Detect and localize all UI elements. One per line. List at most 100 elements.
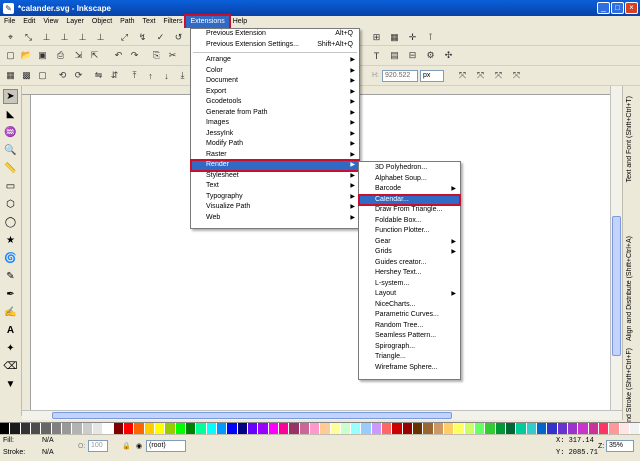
menu-item-images[interactable]: Images ▶: [191, 118, 359, 129]
palette-swatch[interactable]: [196, 423, 207, 434]
menu-item-color[interactable]: Color ▶: [191, 66, 359, 77]
dock-tab-text-font[interactable]: Text and Font (Shift+Ctrl+T): [626, 96, 638, 182]
raise-icon[interactable]: ↑: [144, 69, 157, 82]
minimize-button[interactable]: _: [597, 2, 610, 14]
unit-select[interactable]: px: [420, 70, 444, 82]
render-item-layout[interactable]: Layout ▶: [359, 289, 460, 300]
horizontal-scrollbar[interactable]: [22, 410, 622, 420]
snap-paths-icon[interactable]: ↯: [136, 31, 149, 44]
star-tool-icon[interactable]: ★: [3, 233, 18, 248]
render-item-3d-polyhedron[interactable]: 3D Polyhedron...: [359, 163, 460, 174]
snap-corner-icon[interactable]: ⊥: [58, 31, 71, 44]
node-tool-icon[interactable]: ◣: [3, 107, 18, 122]
palette-swatch[interactable]: [402, 423, 414, 434]
scale-stroke-icon[interactable]: ⤧: [456, 69, 469, 82]
snap-intersect-icon[interactable]: ✓: [154, 31, 167, 44]
tweak-tool-icon[interactable]: ♒: [3, 125, 18, 140]
selector-tool-icon[interactable]: ➤: [3, 89, 18, 104]
lower-to-bottom-icon[interactable]: ⤓: [176, 69, 189, 82]
render-item-l-system[interactable]: L-system...: [359, 279, 460, 290]
opacity-input[interactable]: 100: [88, 440, 108, 452]
menu-item-visualize-path[interactable]: Visualize Path ▶: [191, 202, 359, 213]
align-dialog-icon[interactable]: ⊟: [406, 49, 419, 62]
render-item-foldable-box[interactable]: Foldable Box...: [359, 216, 460, 227]
render-item-parametric-curves[interactable]: Parametric Curves...: [359, 310, 460, 321]
snap-smooth-icon[interactable]: ↺: [172, 31, 185, 44]
snap-grid-icon[interactable]: ▦: [388, 31, 401, 44]
palette-swatch[interactable]: [165, 423, 176, 434]
rotate-cw-icon[interactable]: ⟳: [72, 69, 85, 82]
menu-item-previous-extension-settings[interactable]: Previous Extension Settings... Shift+Alt…: [191, 40, 359, 51]
pencil-tool-icon[interactable]: ✎: [3, 269, 18, 284]
lower-icon[interactable]: ↓: [160, 69, 173, 82]
menu-item-raster[interactable]: Raster ▶: [191, 150, 359, 161]
render-item-alphabet-soup[interactable]: Alphabet Soup...: [359, 174, 460, 185]
move-patterns-icon[interactable]: ⤧: [510, 69, 523, 82]
zoom-tool-icon[interactable]: 🔍: [3, 143, 18, 158]
flip-horizontal-icon[interactable]: ⇋: [92, 69, 105, 82]
palette-swatch[interactable]: [330, 423, 341, 434]
menu-item-export[interactable]: Export ▶: [191, 87, 359, 98]
palette-swatch[interactable]: [320, 423, 331, 434]
snap-bbox-icon[interactable]: ⤡: [22, 31, 35, 44]
menu-item-modify-path[interactable]: Modify Path ▶: [191, 139, 359, 150]
render-item-guides-creator[interactable]: Guides creator...: [359, 258, 460, 269]
snap-page-icon[interactable]: ⊞: [370, 31, 383, 44]
menu-item-jessyink[interactable]: JessyInk ▶: [191, 129, 359, 140]
text-tool-icon[interactable]: T: [370, 49, 383, 62]
palette-swatch[interactable]: [185, 423, 197, 434]
palette-swatch[interactable]: [92, 423, 104, 434]
ellipse-tool-icon[interactable]: ◯: [3, 215, 18, 230]
palette-swatch[interactable]: [82, 423, 93, 434]
snap-center-icon[interactable]: ⊥: [94, 31, 107, 44]
palette-swatch[interactable]: [361, 423, 372, 434]
render-item-hershey-text[interactable]: Hershey Text...: [359, 268, 460, 279]
menu-filters[interactable]: Filters: [159, 16, 186, 28]
palette-swatch[interactable]: [516, 423, 527, 434]
cut-icon[interactable]: ✂: [166, 49, 179, 62]
render-item-calendar[interactable]: Calendar...: [358, 193, 461, 206]
palette-swatch[interactable]: [578, 423, 589, 434]
rectangle-tool-icon[interactable]: ▭: [3, 179, 18, 194]
palette-swatch[interactable]: [630, 423, 640, 434]
menu-item-generate-from-path[interactable]: Generate from Path ▶: [191, 108, 359, 119]
snap-nodes-icon[interactable]: ⤢: [118, 31, 131, 44]
palette-swatch[interactable]: [10, 423, 21, 434]
layer-select[interactable]: (root): [146, 440, 186, 452]
render-item-gear[interactable]: Gear ▶: [359, 237, 460, 248]
layer-lock-icon[interactable]: 🔒: [122, 442, 131, 450]
height-input[interactable]: 920.522: [382, 70, 418, 82]
redo-icon[interactable]: ↷: [128, 49, 141, 62]
3d-box-tool-icon[interactable]: ⬡: [3, 197, 18, 212]
palette-swatch[interactable]: [268, 423, 279, 434]
render-item-nicecharts[interactable]: NiceCharts...: [359, 300, 460, 311]
palette-swatch[interactable]: [382, 423, 393, 434]
layer-visibility-icon[interactable]: ◉: [136, 442, 142, 450]
zoom-input[interactable]: 35%: [606, 440, 634, 452]
export-icon[interactable]: ⇱: [88, 49, 101, 62]
menu-item-render[interactable]: Render ▶: [190, 159, 360, 172]
snap-toggle-icon[interactable]: ⌖: [4, 31, 17, 44]
menu-text[interactable]: Text: [139, 16, 160, 28]
menu-help[interactable]: Help: [229, 16, 251, 28]
palette-swatch[interactable]: [495, 423, 507, 434]
palette-swatch[interactable]: [175, 423, 186, 434]
flip-vertical-icon[interactable]: ⇵: [108, 69, 121, 82]
paint-bucket-tool-icon[interactable]: ▼: [3, 377, 18, 392]
palette-swatch[interactable]: [216, 423, 228, 434]
palette-swatch[interactable]: [392, 423, 403, 434]
close-button[interactable]: ×: [625, 2, 638, 14]
render-item-wireframe-sphere[interactable]: Wireframe Sphere...: [359, 363, 460, 374]
scale-corners-icon[interactable]: ⤧: [474, 69, 487, 82]
menu-extensions[interactable]: Extensions: [184, 14, 231, 30]
measure-tool-icon[interactable]: 📏: [3, 161, 18, 176]
calligraphy-tool-icon[interactable]: ✍: [3, 305, 18, 320]
palette-swatch[interactable]: [568, 423, 579, 434]
palette-swatch[interactable]: [423, 423, 434, 434]
menu-object[interactable]: Object: [88, 16, 116, 28]
palette-swatch[interactable]: [485, 423, 496, 434]
dock-tab-align-distribute[interactable]: Align and Distribute (Shift+Ctrl+A): [626, 236, 638, 341]
snap-text-icon[interactable]: ⊺: [424, 31, 437, 44]
palette-swatch[interactable]: [351, 423, 362, 434]
import-icon[interactable]: ⇲: [72, 49, 85, 62]
